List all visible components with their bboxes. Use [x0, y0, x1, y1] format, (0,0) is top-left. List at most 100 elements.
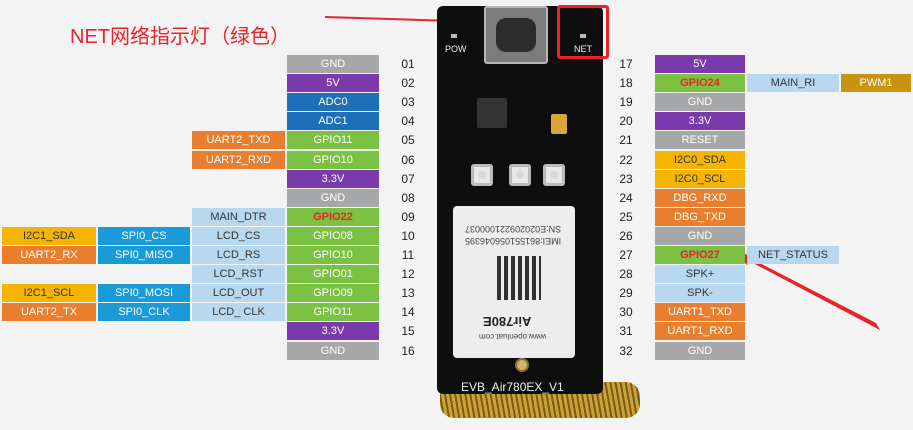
pin-number: 15: [401, 324, 415, 338]
board-name-label: EVB_Air780EX_V1: [461, 380, 564, 394]
pin-number: 11: [401, 248, 415, 262]
pin-function: 5V: [655, 55, 745, 73]
pin-number: 22: [619, 153, 633, 167]
pin-number: 05: [401, 133, 415, 147]
pin-alt-function: LCD_RST: [192, 265, 285, 283]
pin-function: SPK-: [655, 284, 745, 302]
pin-alt-function: LCD_ CLK: [192, 303, 285, 321]
pin-number: 06: [401, 153, 415, 167]
pin-number: 25: [619, 210, 633, 224]
boot-button[interactable]: [471, 164, 493, 186]
pin-number: 26: [619, 229, 633, 243]
pin-spi-function: SPI0_MOSI: [98, 284, 190, 302]
pin-number: 17: [619, 57, 633, 71]
pin-function: GPIO22: [287, 208, 379, 226]
capacitor: [551, 114, 567, 134]
pin-number: 12: [401, 267, 415, 281]
pin-number: 02: [401, 76, 415, 90]
pin-function: I2C0_SCL: [655, 170, 745, 188]
pin-function: GPIO10: [287, 246, 379, 264]
pin-number: 16: [401, 344, 415, 358]
pin-function: I2C0_SDA: [655, 151, 745, 169]
pin-number: 23: [619, 172, 633, 186]
pin-function: GPIO09: [287, 284, 379, 302]
pin-number: 04: [401, 114, 415, 128]
pin-function: RESET: [655, 131, 745, 149]
pin-function: GPIO01: [287, 265, 379, 283]
power-button[interactable]: [543, 164, 565, 186]
pin-function: GPIO11: [287, 131, 379, 149]
pin-number: 28: [619, 267, 633, 281]
pin-number: 29: [619, 286, 633, 300]
pin-extra-function: UART2_TX: [2, 303, 96, 321]
pin-number: 18: [619, 76, 633, 90]
air780e-module: Air780E SN:E020209221000037 IMEI:8615510…: [453, 206, 575, 358]
pin-function: DBG_RXD: [655, 189, 745, 207]
pin-function: ADC0: [287, 93, 379, 111]
pin-extra-function: UART2_RX: [2, 246, 96, 264]
pin-function: ADC1: [287, 112, 379, 130]
module-imei: IMEI:861551056046395: [465, 236, 562, 246]
pin-function: DBG_TXD: [655, 208, 745, 226]
reset-button[interactable]: [509, 164, 531, 186]
pin-function: 5V: [287, 74, 379, 92]
pin-alt-function: MAIN_DTR: [192, 208, 285, 226]
pin-function: GND: [287, 55, 379, 73]
pin-number: 14: [401, 305, 415, 319]
pin-number: 01: [401, 57, 415, 71]
pin-number: 10: [401, 229, 415, 243]
pin-function: GPIO10: [287, 151, 379, 169]
module-brand: Air780E: [483, 314, 532, 329]
pin-number: 31: [619, 324, 633, 338]
pin-spi-function: SPI0_MISO: [98, 246, 190, 264]
inductor-chip: [477, 98, 507, 128]
pin-extra-function: I2C1_SDA: [2, 227, 96, 245]
antenna-connector: [515, 358, 529, 372]
pin-function: UART1_RXD: [655, 322, 745, 340]
pin-function: SPK+: [655, 265, 745, 283]
qr-code: [497, 256, 541, 300]
pin-pwm-function: PWM1: [841, 74, 911, 92]
pin-function: UART1_TXD: [655, 303, 745, 321]
pin-alt-function: LCD_CS: [192, 227, 285, 245]
pin-number: 24: [619, 191, 633, 205]
pin-function: GND: [287, 342, 379, 360]
pin-alt-function: NET_STATUS: [747, 246, 839, 264]
pin-function: GND: [287, 189, 379, 207]
pin-spi-function: SPI0_CS: [98, 227, 190, 245]
pin-function: GPIO24: [655, 74, 745, 92]
pin-number: 08: [401, 191, 415, 205]
pin-number: 20: [619, 114, 633, 128]
pin-function: GPIO08: [287, 227, 379, 245]
pin-function: 3.3V: [287, 322, 379, 340]
pin-number: 07: [401, 172, 415, 186]
pin-number: 27: [619, 248, 633, 262]
pin-function: 3.3V: [287, 170, 379, 188]
pin-number: 21: [619, 133, 633, 147]
pin-alt-function: UART2_TXD: [192, 131, 285, 149]
module-sn: SN:E020209221000037: [465, 224, 562, 234]
dev-board: POW NET Air780E SN:E020209221000037 IMEI…: [437, 6, 603, 394]
net-led-highlight: [557, 5, 609, 59]
pin-extra-function: I2C1_SCL: [2, 284, 96, 302]
pin-number: 03: [401, 95, 415, 109]
pin-function: GPIO27: [655, 246, 745, 264]
usb-c-port: [484, 6, 548, 64]
pin-number: 19: [619, 95, 633, 109]
pow-led: [451, 34, 457, 38]
pin-function: GND: [655, 342, 745, 360]
pin-function: GPIO11: [287, 303, 379, 321]
pin-alt-function: LCD_OUT: [192, 284, 285, 302]
pin-alt-function: LCD_RS: [192, 246, 285, 264]
pin-number: 09: [401, 210, 415, 224]
pin-function: 3.3V: [655, 112, 745, 130]
pin-number: 13: [401, 286, 415, 300]
pin-number: 32: [619, 344, 633, 358]
pin-alt-function: UART2_RXD: [192, 151, 285, 169]
pin-spi-function: SPI0_CLK: [98, 303, 190, 321]
module-url: www.openluat.com: [479, 332, 547, 341]
pin-function: GND: [655, 93, 745, 111]
pow-label: POW: [445, 44, 467, 54]
pin-alt-function: MAIN_RI: [747, 74, 839, 92]
pin-function: GND: [655, 227, 745, 245]
